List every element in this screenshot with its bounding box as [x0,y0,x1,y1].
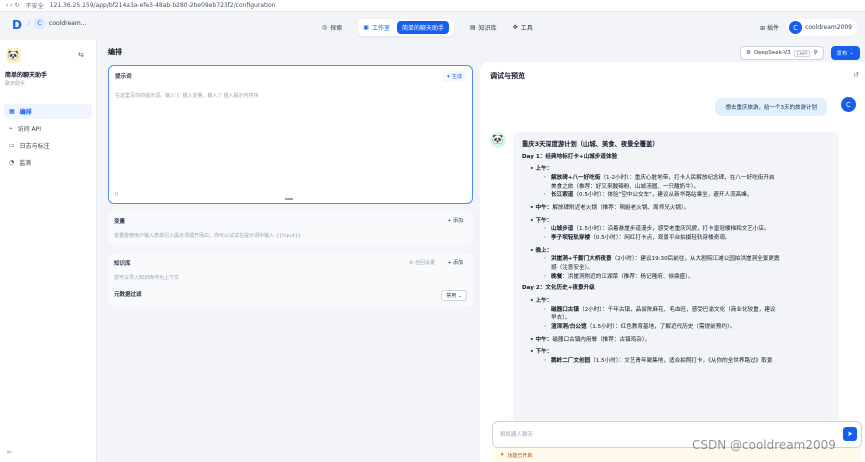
sidebar-item-orchestrate[interactable]: ▦ 编排 [4,104,92,119]
section-label: 下午： [530,217,830,226]
list-item: 渣滓洞/白公馆（1.5小时）：红色教育基地，了解近代历史（需提前预约）。 [543,323,830,332]
section-label: 中午：磁器口古镇内用餐（推荐：古镇鸡杂）。 [530,336,830,345]
nav-explore[interactable]: ◎ 探索 [322,23,342,32]
send-button[interactable]: ➤ [843,427,857,441]
add-variable-button[interactable]: + 添加 [447,217,463,224]
list-item: 长江索道（0.5小时）：体验"空中公交车"，建议从新华路站乘坐，避开人流高峰。 [543,191,830,200]
variables-section: 变量 + 添加 变量能使用户输入表单引入提示词或开场白，你可以试试在提示词中输入… [108,211,473,245]
knowledge-desc: 您可以导入知识库作为上下文 [114,275,180,281]
day-heading: Day 1：经典地标打卡+山城步道体验 [522,153,618,160]
feature-icon: ✦ [500,452,505,458]
list-item: 山城步道（1.5小时）：沿着悬崖步道漫步，感受老重庆风貌，打卡皇冠楼梯和文艺小店… [543,225,830,234]
generate-button[interactable]: ✦ 生成 [442,71,466,82]
chat-input-placeholder: 和机器人聊天 [500,432,534,438]
bot-answer: 重庆3天深度游计划（山城、美食、夜景全覆盖） Day 1：经典地标打卡+山城步道… [513,132,839,424]
sidebar-toggle-icon[interactable]: ⇤ [7,448,13,456]
sidebar-item-monitor[interactable]: ◔ 监测 [4,155,92,170]
prompt-label: 提示词 [115,74,132,80]
resize-handle[interactable] [285,198,293,200]
chevron-down-icon: ⌄ [457,293,462,299]
page-title: 编排 [108,48,122,56]
browser-url-bar[interactable]: ‹ › ↻ 不安全 121.36.25.159/app/bf214a3a-efe… [0,0,865,12]
model-selector[interactable]: ⚙ DeepSeek-V3 CHAT ⚲ [740,46,824,60]
list-item: 解放碑+八一好吃街（1-2小时）：重庆心脏地带，打卡人民解放纪念碑，在八一好吃街… [543,174,830,183]
tools-icon: ✥ [512,24,518,31]
plugin-icon: ⊞ [760,25,766,32]
list-item-cont: 早去）。 [551,315,571,322]
app-sidebar: 🐼 ⇆ 简单的聊天助手 聊天助手 ▦ 编排 ⌁ 访问 API ▭ 日志与标注 ◔ 监测 … [0,40,97,462]
nav-tools[interactable]: ✥ 工具 [513,23,533,32]
answer-title: 重庆3天深度游计划（山城、美食、夜景全覆盖） [522,141,659,148]
bot-avatar-icon: 🐼 [490,132,506,148]
knowledge-section: 知识库 ⚙ 召回设置 + 添加 您可以导入知识库作为上下文 元数据过滤 禁用 ⌄ [108,253,473,307]
debug-preview-panel: 调试与预览 ↺ 想去重庆旅游，给一个3天的旅游计划 C 🐼 重庆3天深度游计划（… [480,62,865,462]
list-item: 磁器口古镇（2小时）：千年古镇，品尝陈麻花、毛血旺，感受巴渝文化（商业化较重，建… [543,306,830,315]
list-item: 晚餐：洪崖洞附近的江湖菜（推荐：杨记隆府、徐鼎盛）。 [543,273,830,282]
collapse-sidebar-icon[interactable]: ⇆ [78,51,84,59]
list-item-cont: 撼（注意安全）。 [551,264,593,271]
section-label: 上午： [530,297,830,306]
nav-plugins[interactable]: ⊞ 插件 [760,23,779,32]
nav-studio[interactable]: ▣ 工作室 简单的聊天助手 [358,19,454,36]
workspace-avatar: C [34,18,46,29]
monitor-icon: ◔ [9,159,15,166]
char-count: 0 [115,192,119,198]
send-icon: ➤ [847,430,853,438]
api-icon: ⌁ [9,125,13,132]
user-name: cooldream2009 [805,24,852,31]
orchestrate-icon: ▦ [9,108,15,115]
section-label: 晚上： [530,247,830,256]
nav-knowledge[interactable]: ▤ 知识库 [470,23,497,32]
list-item: 洪崖洞+千厮门大桥夜景（2小时）：建议19:30后前往，从大剧院江滩公园拍洪崖洞… [543,255,830,264]
section-label: 中午：解放碑附近老火锅（推荐：珮姐老火锅、周师兄火锅）。 [530,204,830,213]
book-icon: ▤ [469,24,476,31]
model-icon: ⚙ [746,50,751,56]
current-app-chip[interactable]: 简单的聊天助手 [396,21,449,34]
metadata-filter-select[interactable]: 禁用 ⌄ [441,290,467,301]
variables-desc: 变量能使用户输入表单引入提示词或开场白，你可以试试在提示词中输入 {{input… [114,233,302,239]
section-label: 上午： [530,165,830,174]
user-avatar: C [789,21,803,34]
logs-icon: ▭ [9,142,15,149]
publish-button[interactable]: 发布 ⌄ [830,46,860,60]
dify-logo-icon[interactable]: D [12,19,22,31]
watermark: CSDN @cooldream2009 [692,438,836,452]
workspace-name: cooldream... [49,20,87,27]
list-item: 李子坝轻轨穿楼（0.5小时）：网红打卡点，观景平台拍摄轻轨穿楼奇观。 [543,234,830,243]
orchestrate-panel: 编排 提示词 ✦ 生成 在这里写你的提示词，输入'{' 插入变量、输入'/' 插… [97,40,480,462]
studio-icon: ▣ [363,24,369,31]
model-tag: CHAT [793,49,811,57]
app-bot-icon: 🐼 [6,48,21,63]
refresh-icon[interactable]: ↺ [853,71,859,79]
user-message: 想去重庆旅游，给一个3天的旅游计划 [715,98,827,116]
section-label: 下午： [530,348,830,357]
prompt-placeholder: 在这里写你的提示词，输入'{' 插入变量、输入'/' 插入提示内容块 [115,93,259,99]
app-name: 简单的聊天助手 [5,72,48,79]
browser-nav-icons[interactable]: ‹ › ↻ [6,2,20,9]
day-heading: Day 2：文化历史+夜景升级 [522,285,595,292]
app-type: 聊天助手 [5,81,26,87]
variables-label: 变量 [114,219,126,225]
insecure-label: 不安全 [25,3,44,10]
workspace-switcher[interactable]: / C cooldream... [28,18,86,29]
chevron-down-icon: ⌄ [849,50,854,56]
sparkle-icon: ✦ [446,74,451,80]
sidebar-item-logs[interactable]: ▭ 日志与标注 [4,138,92,153]
knowledge-label: 知识库 [114,261,131,267]
add-knowledge-button[interactable]: + 添加 [447,259,463,266]
sidebar-item-api[interactable]: ⌁ 访问 API [4,121,92,136]
metadata-filter-label: 元数据过滤 [114,292,142,298]
user-avatar: C [841,97,856,112]
settings-icon: ⚲ [813,50,818,56]
prompt-editor[interactable]: 提示词 ✦ 生成 在这里写你的提示词，输入'{' 插入变量、输入'/' 插入提示… [108,65,473,204]
url-text[interactable]: 121.36.25.159/app/bf214a3a-efe3-48ab-b28… [50,2,276,9]
compass-icon: ◎ [322,24,328,31]
debug-title: 调试与预览 [490,72,525,80]
recall-settings-button[interactable]: ⚙ 召回设置 [409,259,435,266]
user-menu[interactable]: C cooldream2009 [787,19,857,36]
top-navbar: D / C cooldream... ◎ 探索 ▣ 工作室 简单的聊天助手 ▤ 知识库 … [0,12,865,40]
list-item: 鹅岭二厂文创园（1.5小时）：文艺青年聚集地，适合拍照打卡，《从你的全世界路过》… [543,357,830,366]
list-item-cont: 美食之旅（推荐：好又来酸辣粉、山城汤圆、一只酸奶牛）。 [551,183,700,190]
